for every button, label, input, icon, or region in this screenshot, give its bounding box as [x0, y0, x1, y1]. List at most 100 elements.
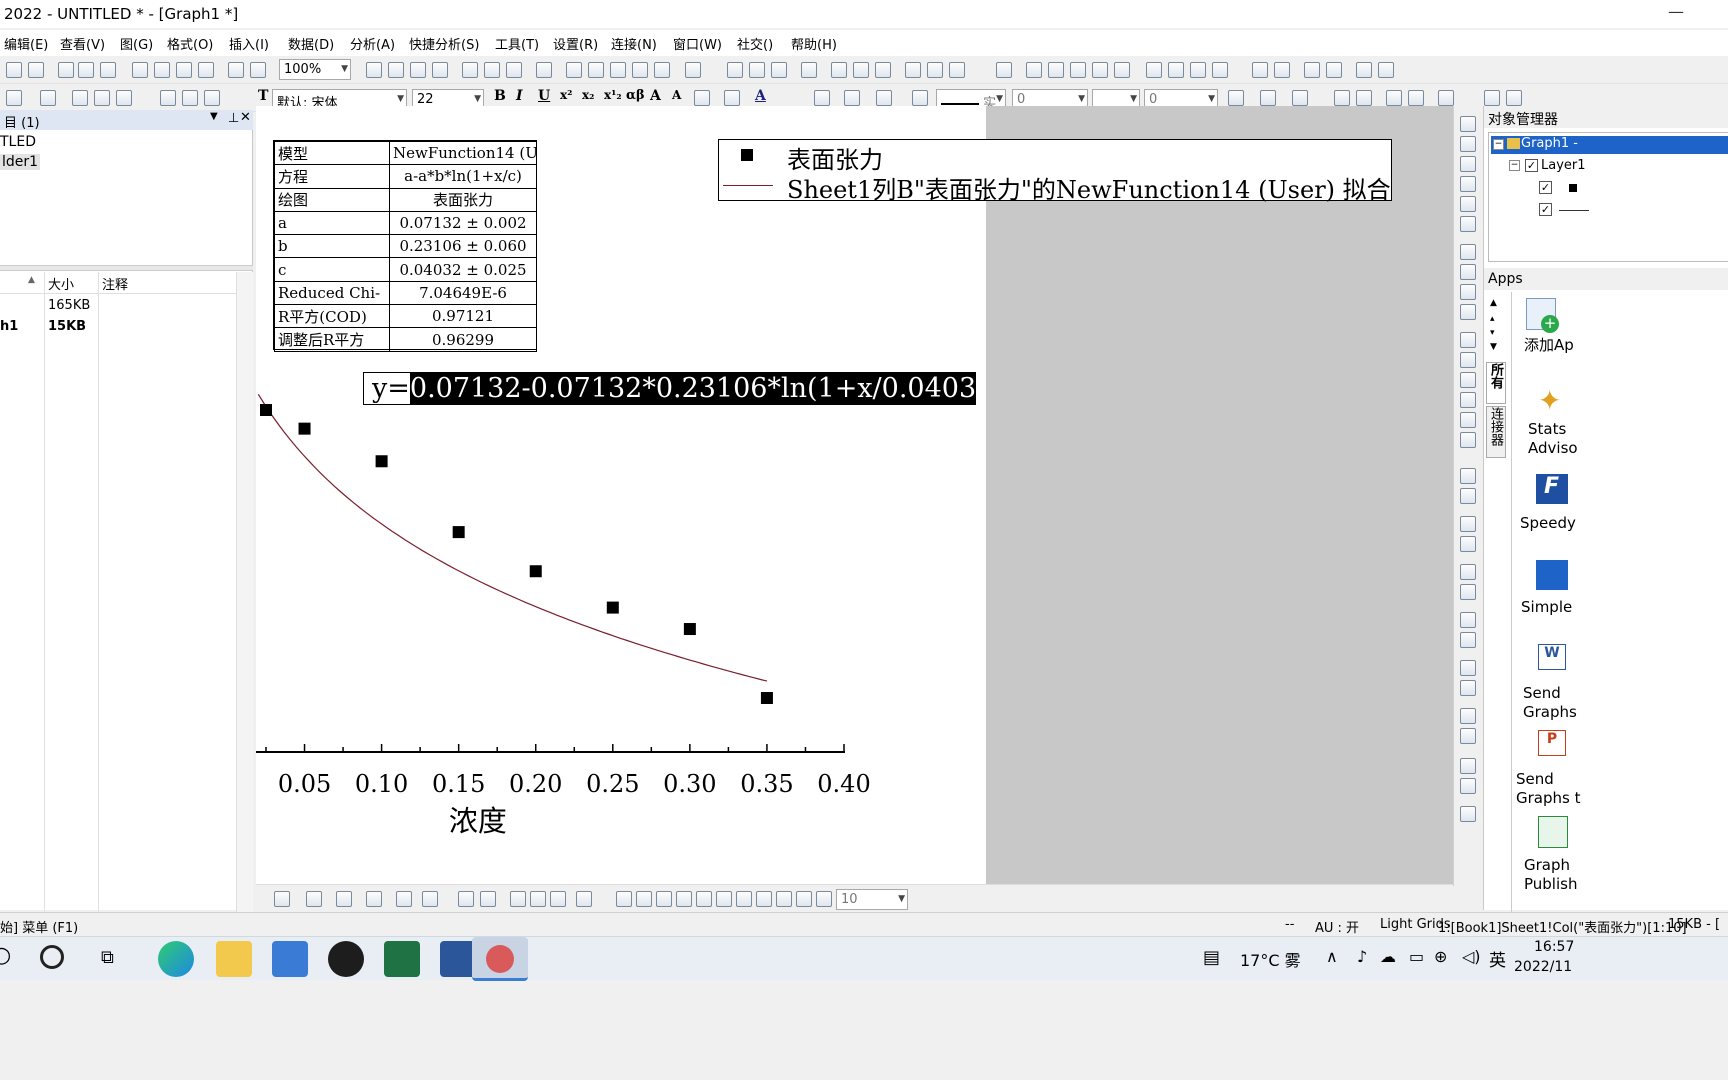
- line-end-icon[interactable]: [1378, 62, 1394, 78]
- box-chart-icon[interactable]: [875, 62, 891, 78]
- cut-icon[interactable]: [160, 90, 176, 106]
- new-matrix-icon[interactable]: [58, 62, 74, 78]
- layout-icon[interactable]: [6, 90, 22, 106]
- size-icon[interactable]: [1460, 728, 1476, 744]
- equation-selected-text[interactable]: 0.07132-0.07132*0.23106*ln(1+x/0.04032): [409, 373, 975, 404]
- move-up-icon[interactable]: [1386, 90, 1402, 106]
- frame-top-icon[interactable]: [636, 891, 652, 907]
- disregard-icon[interactable]: [1114, 62, 1130, 78]
- rotate-view-icon[interactable]: [274, 891, 290, 907]
- project-explorer-icon[interactable]: [484, 62, 500, 78]
- annotation-icon[interactable]: [1460, 304, 1476, 320]
- app-label-simple[interactable]: Simple: [1521, 598, 1572, 617]
- code-builder-icon[interactable]: [410, 62, 426, 78]
- x-axis-icon[interactable]: [1026, 62, 1042, 78]
- layer-icon[interactable]: [94, 90, 110, 106]
- parameter-table[interactable]: 模型 NewFunction14 (U 方程 a-a*b*ln(1+x/c) 绘图表…: [273, 140, 537, 352]
- zoom-pan-icon[interactable]: [1460, 156, 1476, 172]
- copy-icon[interactable]: [182, 90, 198, 106]
- layer-node-label[interactable]: Layer1: [1541, 158, 1586, 173]
- clip-icon[interactable]: [616, 891, 632, 907]
- graph-page[interactable]: 0.05 0.10 0.15 0.20 0.25 0.30 0.35 0.40 浓度 模型 New…: [256, 106, 1392, 884]
- previous-icon[interactable]: [1168, 62, 1184, 78]
- clock-date[interactable]: 2022/11: [1514, 959, 1572, 975]
- file-explorer-icon[interactable]: [216, 941, 252, 977]
- copy-page-icon[interactable]: [388, 62, 404, 78]
- menu-edit[interactable]: 编辑(E): [4, 34, 48, 53]
- hatch-icon[interactable]: [1228, 90, 1244, 106]
- extract-icon[interactable]: [116, 90, 132, 106]
- search-icon[interactable]: ○: [0, 943, 12, 971]
- command-window-icon[interactable]: [462, 62, 478, 78]
- align-left-icon[interactable]: [1460, 468, 1476, 484]
- zoom-dropdown[interactable]: 100% ▼: [279, 59, 351, 80]
- align-top-icon[interactable]: [1460, 516, 1476, 532]
- pattern-icon[interactable]: [724, 90, 740, 106]
- window-icon[interactable]: [1484, 90, 1500, 106]
- symbol-icon[interactable]: [912, 90, 928, 106]
- column-chart-icon[interactable]: [853, 62, 869, 78]
- legend[interactable]: 表面张力 Sheet1列B"表面张力"的NewFunction14 (User)…: [718, 139, 1392, 204]
- import-icon[interactable]: [228, 62, 244, 78]
- send-back-icon[interactable]: [736, 891, 752, 907]
- scale-icon[interactable]: [1460, 116, 1476, 132]
- task-view-icon[interactable]: ⧉: [101, 947, 114, 968]
- align-right-icon[interactable]: [1460, 488, 1476, 504]
- split-cells-icon[interactable]: [1356, 90, 1372, 106]
- move-down-icon[interactable]: [1274, 62, 1290, 78]
- mask-points-icon[interactable]: [1460, 284, 1476, 300]
- clear-filter-icon[interactable]: [927, 62, 943, 78]
- bar-chart-icon[interactable]: [831, 62, 847, 78]
- circle-tool-icon[interactable]: [1460, 392, 1476, 408]
- obs-icon[interactable]: [328, 941, 364, 977]
- menu-view[interactable]: 查看(V): [60, 34, 105, 53]
- tree-item-untitled[interactable]: TLED: [0, 134, 36, 150]
- draw-data-icon[interactable]: [1460, 264, 1476, 280]
- menu-tools[interactable]: 工具(T): [495, 34, 539, 53]
- menu-window[interactable]: 窗口(W): [673, 34, 722, 53]
- axis-tool-icon[interactable]: [550, 891, 566, 907]
- new-notes-icon[interactable]: [78, 62, 94, 78]
- scale-bar-icon[interactable]: [530, 891, 546, 907]
- align-bottom-icon[interactable]: [1460, 536, 1476, 552]
- minimize-icon[interactable]: —: [1668, 2, 1684, 21]
- anchor-icon[interactable]: [1460, 758, 1476, 774]
- menu-social[interactable]: 社交(): [737, 34, 773, 53]
- scroll-up-small-icon[interactable]: ▴: [1490, 314, 1495, 324]
- sort-icon[interactable]: [771, 62, 787, 78]
- ime-indicator[interactable]: 英: [1489, 946, 1506, 971]
- cortana-icon[interactable]: [40, 945, 64, 969]
- height-icon[interactable]: [1460, 708, 1476, 724]
- speed-mode-icon[interactable]: [458, 891, 474, 907]
- table-icon[interactable]: [1292, 90, 1308, 106]
- label-icon[interactable]: [1092, 62, 1108, 78]
- frame-left-icon[interactable]: [676, 891, 692, 907]
- tab-all[interactable]: 所有: [1486, 362, 1506, 404]
- collapse-icon[interactable]: −: [1509, 160, 1520, 171]
- y-axis-icon[interactable]: [1048, 62, 1064, 78]
- scrollbar[interactable]: [236, 272, 253, 912]
- border-icon[interactable]: [1260, 90, 1276, 106]
- wand-icon[interactable]: ✦: [1538, 384, 1561, 417]
- add-layer-icon[interactable]: [72, 90, 88, 106]
- pin-icon[interactable]: ⊥: [228, 111, 239, 126]
- group-icon[interactable]: [1460, 584, 1476, 600]
- scroll-down-small-icon[interactable]: ▾: [1490, 328, 1495, 338]
- network-icon[interactable]: ⊕: [1434, 947, 1447, 966]
- zoom-in-icon[interactable]: [566, 62, 582, 78]
- scroll-down-icon[interactable]: ▼: [1490, 342, 1497, 352]
- frame-bottom-icon[interactable]: [656, 891, 672, 907]
- menu-analysis[interactable]: 分析(A): [350, 34, 395, 53]
- frame-right-icon[interactable]: [696, 891, 712, 907]
- menu-quick-analysis[interactable]: 快捷分析(S): [409, 34, 479, 53]
- font-color-button[interactable]: A: [755, 88, 766, 104]
- supersub-button[interactable]: x¹₂: [604, 88, 622, 102]
- menu-insert[interactable]: 插入(I): [229, 34, 269, 53]
- frame-icon[interactable]: [422, 891, 438, 907]
- reapply-filter-icon[interactable]: [949, 62, 965, 78]
- line-right-icon[interactable]: [1326, 62, 1342, 78]
- menu-graph[interactable]: 图(G): [120, 34, 153, 53]
- bold-button[interactable]: B: [494, 88, 506, 104]
- chevron-up-icon[interactable]: ∧: [1326, 947, 1338, 966]
- layer-down-icon[interactable]: [776, 891, 792, 907]
